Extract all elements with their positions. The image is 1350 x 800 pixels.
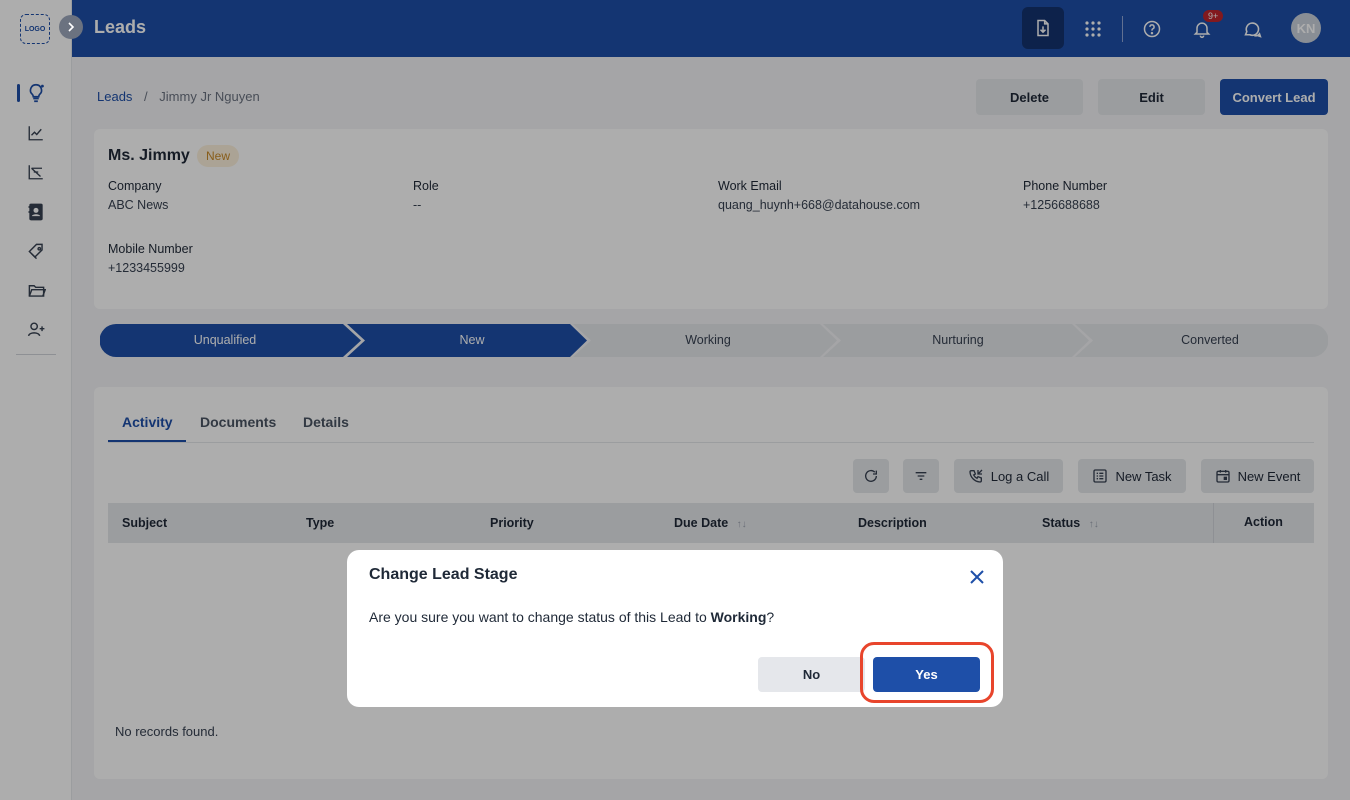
yes-button[interactable]: Yes xyxy=(873,657,980,692)
dialog-message: Are you sure you want to change status o… xyxy=(369,609,774,625)
dialog-message-text: Are you sure you want to change status o… xyxy=(369,609,711,625)
chevron-right-icon xyxy=(68,22,75,32)
dialog-message-end: ? xyxy=(766,609,775,625)
close-icon[interactable] xyxy=(967,567,987,587)
dialog-title: Change Lead Stage xyxy=(369,566,518,583)
dialog-message-stage: Working xyxy=(710,609,767,625)
sidebar-toggle-button[interactable] xyxy=(59,15,83,39)
no-button[interactable]: No xyxy=(758,657,865,692)
change-stage-dialog: Change Lead Stage Are you sure you want … xyxy=(347,550,1003,707)
